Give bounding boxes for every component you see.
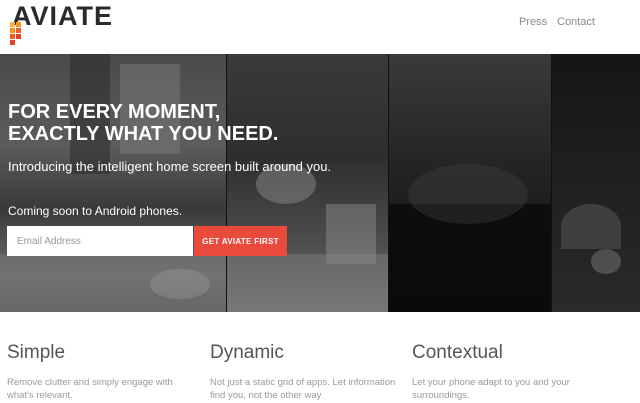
feature-title: Dynamic — [210, 342, 284, 363]
hero-photo-camping — [551, 54, 640, 312]
hero-section: FOR EVERY MOMENT, EXACTLY WHAT YOU NEED.… — [0, 54, 640, 312]
feature-description: Remove clutter and simply engage with wh… — [7, 377, 173, 401]
site-header: AVIATE Press Contact — [0, 0, 640, 54]
panel-divider — [388, 54, 389, 312]
feature-contextual: Contextual Let your phone adapt to you a… — [412, 342, 602, 402]
hero-subheading: Introducing the intelligent home screen … — [8, 159, 332, 174]
get-aviate-first-button[interactable]: GET AVIATE FIRST — [194, 226, 287, 256]
panel-divider — [226, 54, 227, 312]
panel-divider — [551, 54, 552, 312]
logo-wordmark: AVIATE — [12, 1, 114, 31]
feature-dynamic: Dynamic Not just a static grid of apps. … — [210, 342, 400, 402]
headline-line-1: FOR EVERY MOMENT, — [8, 101, 221, 123]
hero-photo-city — [0, 54, 226, 312]
feature-description: Let your phone adapt to you and your sur… — [412, 377, 570, 401]
feature-description: Not just a static grid of apps. Let info… — [210, 377, 396, 401]
headline-line-2: EXACTLY WHAT YOU NEED. — [8, 123, 279, 145]
nav-press-link[interactable]: Press — [519, 16, 547, 28]
feature-title: Contextual — [412, 342, 503, 363]
hero-photo-cafe — [226, 54, 388, 312]
hero-photo-concert — [388, 54, 551, 312]
email-input[interactable] — [7, 226, 193, 256]
aviate-logo[interactable]: AVIATE — [8, 1, 148, 48]
feature-simple: Simple Remove clutter and simply engage … — [7, 342, 197, 402]
hero-headline: FOR EVERY MOMENT, EXACTLY WHAT YOU NEED. — [8, 101, 278, 145]
feature-title: Simple — [7, 342, 66, 363]
nav-contact-link[interactable]: Contact — [557, 16, 595, 28]
coming-soon-text: Coming soon to Android phones. — [8, 204, 183, 218]
